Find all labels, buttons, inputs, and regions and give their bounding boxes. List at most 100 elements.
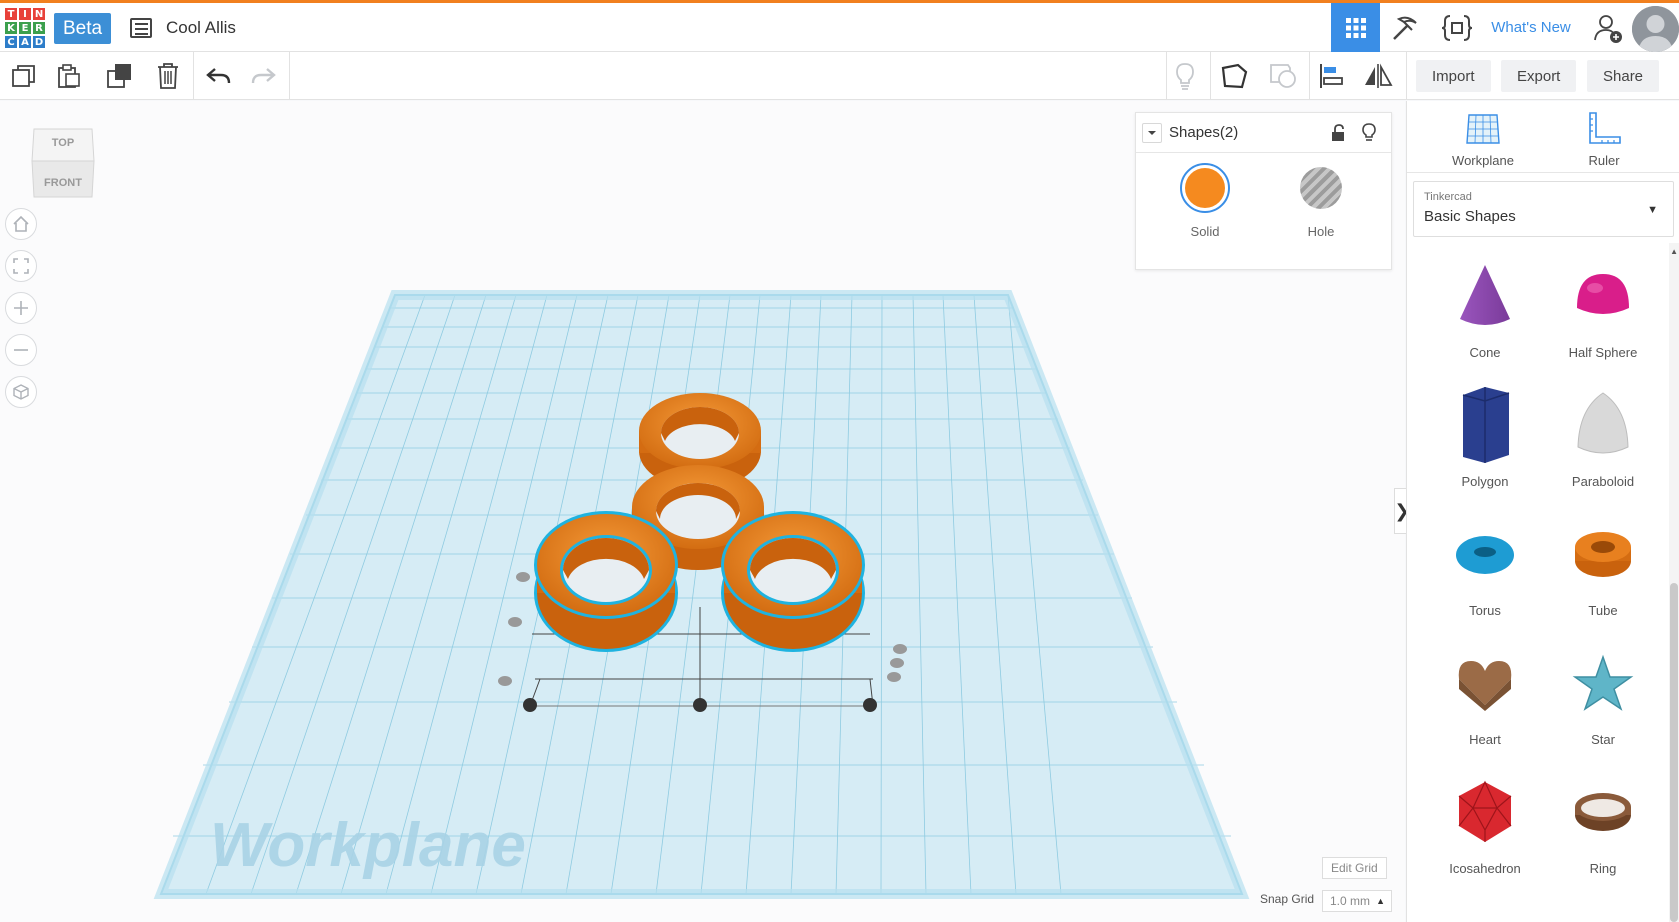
logo-letter: A: [18, 35, 32, 49]
shape-item-torus[interactable]: Torus: [1430, 505, 1540, 635]
notes-button[interactable]: [1218, 60, 1250, 92]
shape-inspector: Shapes(2) Solid Hole: [1135, 112, 1392, 270]
shape-label: Tube: [1588, 603, 1618, 618]
shape-item-tube[interactable]: Tube: [1548, 505, 1658, 635]
logo-letter: D: [32, 35, 46, 49]
shapes-panel: Workplane Ruler Tinkercad Basic Shapes ▼…: [1406, 101, 1679, 922]
polygon-icon: [1430, 376, 1540, 474]
fit-icon: [13, 258, 29, 274]
export-button[interactable]: Export: [1501, 60, 1577, 92]
solid-swatch[interactable]: [1180, 163, 1230, 213]
selected-tube-left[interactable]: [534, 511, 678, 652]
view-cube[interactable]: TOP FRONT: [30, 123, 96, 203]
zoom-out-button[interactable]: [5, 334, 37, 366]
show-all-button[interactable]: [1169, 60, 1201, 92]
add-user-icon: [1594, 14, 1622, 43]
scroll-up-icon[interactable]: ▲: [1670, 247, 1678, 256]
workplane-icon: [1466, 114, 1500, 144]
logo-letter: N: [32, 7, 46, 21]
shape-label: Paraboloid: [1571, 474, 1635, 489]
bricks-view-button[interactable]: [1383, 3, 1427, 52]
snap-grid-label: Snap Grid: [1260, 892, 1315, 906]
selected-tube-right[interactable]: [721, 511, 865, 652]
align-button[interactable]: [1315, 60, 1347, 92]
whats-new-link[interactable]: What's New: [1487, 3, 1575, 52]
ortho-view-button[interactable]: [5, 376, 37, 408]
shape-item-paraboloid[interactable]: Paraboloid: [1548, 376, 1658, 506]
import-button[interactable]: Import: [1416, 60, 1491, 92]
caret-down-icon: [1148, 131, 1156, 135]
3d-viewport[interactable]: Workplane TOP FRONT Shapes(2) Solid Hole…: [0, 101, 1410, 922]
shape-item-heart[interactable]: Heart: [1430, 634, 1540, 764]
shape-item-icosahedron[interactable]: Icosahedron: [1430, 763, 1540, 893]
copy-button[interactable]: [8, 60, 40, 92]
caret-up-icon: ▲: [1376, 896, 1385, 906]
shape-item-half-sphere[interactable]: Half Sphere: [1548, 247, 1658, 377]
beta-badge: Beta: [54, 13, 112, 44]
lock-icon[interactable]: [1330, 124, 1346, 142]
group-button[interactable]: [1267, 60, 1299, 92]
ruler-tool-label: Ruler: [1588, 153, 1620, 168]
shape-item-star[interactable]: Star: [1548, 634, 1658, 764]
home-view-button[interactable]: [5, 208, 37, 240]
ruler-tool[interactable]: Ruler: [1559, 109, 1649, 168]
pickaxe-icon: [1393, 16, 1417, 40]
redo-icon: [251, 68, 276, 84]
hole-swatch[interactable]: [1300, 167, 1342, 209]
share-button[interactable]: Share: [1587, 60, 1660, 92]
design-list-icon[interactable]: [130, 18, 152, 38]
zoom-in-button[interactable]: [5, 292, 37, 324]
tinkercad-logo[interactable]: TINKERCAD: [4, 7, 46, 49]
workplane-grid[interactable]: [159, 294, 1244, 895]
shape-item-ring[interactable]: Ring: [1548, 763, 1658, 893]
plus-icon: [14, 301, 28, 315]
avatar[interactable]: [1632, 6, 1679, 52]
shape-library-dropdown[interactable]: Tinkercad Basic Shapes ▼: [1413, 181, 1674, 237]
redo-button[interactable]: [248, 60, 280, 92]
shape-label: Cone: [1469, 345, 1501, 360]
snap-grid-select[interactable]: 1.0 mm ▲: [1322, 890, 1392, 912]
paste-icon: [58, 64, 80, 88]
shape-item-cone[interactable]: Cone: [1430, 247, 1540, 377]
design-title[interactable]: Cool Allis: [166, 18, 236, 38]
library-name: Basic Shapes: [1424, 208, 1516, 225]
paste-button[interactable]: [53, 60, 85, 92]
cube-icon: [13, 384, 29, 400]
shape-list-scroll-thumb[interactable]: [1670, 583, 1678, 922]
add-user-button[interactable]: [1590, 3, 1626, 52]
tube-icon: [1548, 505, 1658, 603]
hole-label[interactable]: Hole: [1281, 224, 1361, 239]
collapse-inspector-button[interactable]: [1142, 123, 1162, 143]
shape-label: Ring: [1589, 861, 1617, 876]
shape-item-polygon[interactable]: Polygon: [1430, 376, 1540, 506]
duplicate-button[interactable]: [104, 60, 136, 92]
viewcube-front-label[interactable]: FRONT: [30, 177, 96, 189]
edit-grid-button[interactable]: Edit Grid: [1322, 857, 1387, 879]
fit-view-button[interactable]: [5, 250, 37, 282]
ruler-icon: [1589, 112, 1621, 144]
mirror-button[interactable]: [1362, 60, 1394, 92]
solid-label[interactable]: Solid: [1165, 224, 1245, 239]
grid-view-button[interactable]: [1331, 3, 1380, 52]
shape-label: Half Sphere: [1568, 345, 1638, 360]
delete-button[interactable]: [152, 60, 184, 92]
codeblocks-button[interactable]: [1435, 3, 1479, 52]
library-provider: Tinkercad: [1424, 191, 1472, 203]
note-icon: [1221, 63, 1248, 89]
undo-icon: [206, 68, 231, 84]
shape-label: Torus: [1469, 603, 1501, 618]
viewcube-top-label[interactable]: TOP: [30, 137, 96, 149]
lightbulb-icon[interactable]: [1361, 123, 1377, 143]
ring-icon: [1548, 763, 1658, 861]
undo-button[interactable]: [202, 60, 234, 92]
star-icon: [1548, 634, 1658, 732]
logo-letter: K: [4, 21, 18, 35]
logo-letter: T: [4, 7, 18, 21]
logo-letter: R: [32, 21, 46, 35]
workplane-tool[interactable]: Workplane: [1438, 109, 1528, 168]
shape-label: Heart: [1469, 732, 1501, 747]
snap-grid-value: 1.0 mm: [1330, 894, 1371, 908]
delete-icon: [158, 63, 178, 89]
inspector-title: Shapes(2): [1169, 124, 1239, 141]
workplane-tool-label: Workplane: [1452, 153, 1514, 168]
